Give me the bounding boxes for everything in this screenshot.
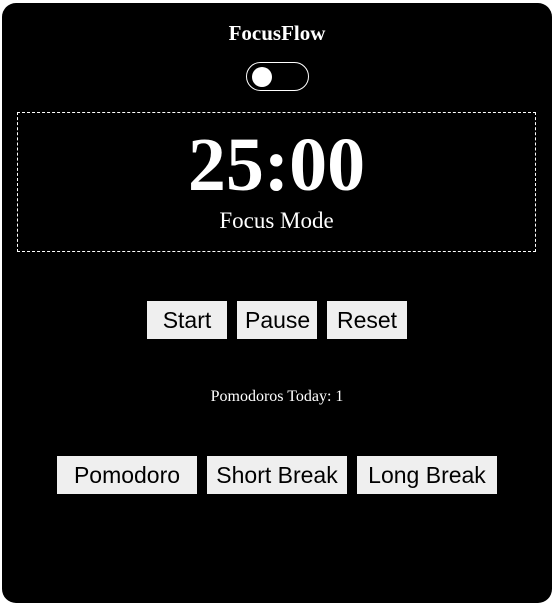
timer-controls: Start Pause Reset (2, 301, 552, 339)
timer-mode-label: Focus Mode (219, 208, 334, 233)
pause-button[interactable]: Pause (237, 301, 317, 339)
mode-selector: Pomodoro Short Break Long Break (2, 456, 552, 494)
pomodoro-count: Pomodoros Today: 1 (210, 388, 344, 405)
app-container: FocusFlow 25:00 Focus Mode Start Pause R… (2, 3, 552, 603)
pomodoro-mode-button[interactable]: Pomodoro (57, 456, 197, 494)
long-break-button[interactable]: Long Break (357, 456, 497, 494)
reset-button[interactable]: Reset (327, 301, 407, 339)
timer-display: 25:00 (187, 123, 366, 207)
start-button[interactable]: Start (147, 301, 227, 339)
short-break-button[interactable]: Short Break (207, 456, 347, 494)
toggle-knob-icon (252, 66, 272, 87)
timer-panel: 25:00 Focus Mode (17, 112, 536, 252)
theme-toggle[interactable] (246, 62, 309, 91)
app-title: FocusFlow (228, 21, 326, 45)
